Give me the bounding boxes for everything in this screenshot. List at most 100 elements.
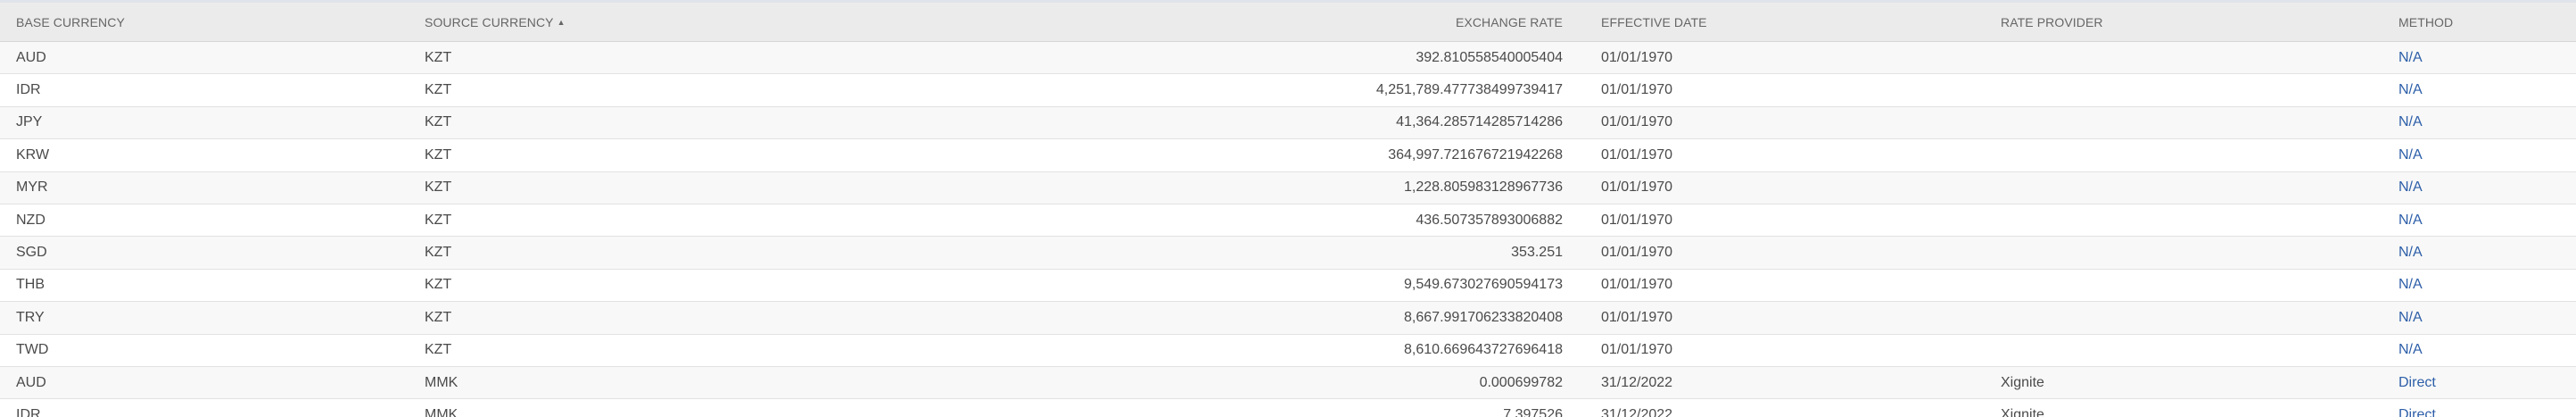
rate-provider-cell: [2001, 74, 2357, 105]
column-header-source-currency[interactable]: SOURCE CURRENCY ▲: [425, 3, 960, 41]
effective-date-cell: 01/01/1970: [1601, 212, 1673, 228]
table-row[interactable]: JPY KZT 41,364.285714285714286 01/01/1970 N/…: [0, 106, 2576, 140]
exchange-rate-cell: 41,364.285714285714286: [1396, 114, 1563, 130]
table-row[interactable]: SGD KZT 353.251 01/01/1970 N/A: [0, 237, 2576, 270]
effective-date-cell: 01/01/1970: [1601, 277, 1673, 293]
column-header-label: RATE PROVIDER: [2001, 14, 2103, 29]
table-row[interactable]: NZD KZT 436.507357893006882 01/01/1970 N/A: [0, 204, 2576, 238]
method-link[interactable]: Direct: [2398, 399, 2568, 417]
rate-provider-cell: Xignite: [2001, 374, 2044, 390]
source-currency-cell: KZT: [425, 179, 452, 196]
exchange-rate-cell: 364,997.721676721942268: [1388, 146, 1563, 163]
source-currency-cell: MMK: [425, 406, 458, 417]
table-row[interactable]: TWD KZT 8,610.669643727696418 01/01/1970 N/A: [0, 334, 2576, 367]
exchange-rate-grid: BASE CURRENCY SOURCE CURRENCY ▲ EXCHANGE …: [0, 0, 2576, 417]
column-header-base-currency[interactable]: BASE CURRENCY: [16, 3, 409, 41]
rate-provider-cell: [2001, 42, 2357, 73]
rate-provider-cell: [2001, 302, 2357, 333]
method-link[interactable]: N/A: [2398, 42, 2568, 73]
source-currency-cell: KZT: [425, 146, 452, 163]
grid-header-row: BASE CURRENCY SOURCE CURRENCY ▲ EXCHANGE …: [0, 3, 2576, 42]
source-currency-cell: KZT: [425, 245, 452, 261]
rate-provider-cell: [2001, 237, 2357, 268]
source-currency-cell: KZT: [425, 342, 452, 358]
method-link[interactable]: N/A: [2398, 335, 2568, 366]
method-link[interactable]: N/A: [2398, 270, 2568, 301]
base-currency-cell: MYR: [16, 179, 48, 196]
exchange-rate-cell: 8,610.669643727696418: [1404, 342, 1563, 358]
effective-date-cell: 01/01/1970: [1601, 179, 1673, 196]
column-header-label: SOURCE CURRENCY: [425, 14, 554, 29]
rate-provider-cell: [2001, 335, 2357, 366]
source-currency-cell: MMK: [425, 374, 458, 390]
effective-date-cell: 01/01/1970: [1601, 82, 1673, 98]
exchange-rate-cell: 392.810558540005404: [1416, 49, 1563, 65]
effective-date-cell: 31/12/2022: [1601, 374, 1673, 390]
table-row[interactable]: IDR KZT 4,251,789.477738499739417 01/01/197…: [0, 74, 2576, 107]
exchange-rate-cell: 1,228.805983128967736: [1404, 179, 1563, 196]
method-link[interactable]: Direct: [2398, 367, 2568, 398]
rate-provider-cell: Xignite: [2001, 406, 2044, 417]
effective-date-cell: 01/01/1970: [1601, 245, 1673, 261]
column-header-label: BASE CURRENCY: [16, 14, 125, 29]
exchange-rate-cell: 436.507357893006882: [1416, 212, 1563, 228]
base-currency-cell: IDR: [16, 406, 41, 417]
effective-date-cell: 01/01/1970: [1601, 309, 1673, 325]
rate-provider-cell: [2001, 204, 2357, 236]
rate-provider-cell: [2001, 270, 2357, 301]
effective-date-cell: 31/12/2022: [1601, 406, 1673, 417]
column-header-label: METHOD: [2398, 14, 2454, 29]
source-currency-cell: KZT: [425, 82, 452, 98]
source-currency-cell: KZT: [425, 114, 452, 130]
base-currency-cell: JPY: [16, 114, 43, 130]
base-currency-cell: NZD: [16, 212, 45, 228]
effective-date-cell: 01/01/1970: [1601, 114, 1673, 130]
table-row[interactable]: IDR MMK 7.397526 31/12/2022 Xignite Direct: [0, 399, 2576, 417]
grid-body: AUD KZT 392.810558540005404 01/01/1970 N/A I…: [0, 42, 2576, 417]
method-link[interactable]: N/A: [2398, 237, 2568, 268]
exchange-rate-cell: 4,251,789.477738499739417: [1375, 82, 1563, 98]
table-row[interactable]: AUD KZT 392.810558540005404 01/01/1970 N/A: [0, 42, 2576, 75]
table-row[interactable]: KRW KZT 364,997.721676721942268 01/01/1970 N…: [0, 139, 2576, 172]
table-row[interactable]: AUD MMK 0.000699782 31/12/2022 Xignite Direct: [0, 366, 2576, 400]
exchange-rate-cell: 0.000699782: [1479, 374, 1563, 390]
base-currency-cell: SGD: [16, 245, 47, 261]
table-row[interactable]: THB KZT 9,549.673027690594173 01/01/1970 N/A: [0, 269, 2576, 303]
column-header-label: EFFECTIVE DATE: [1601, 14, 1707, 29]
rate-provider-cell: [2001, 172, 2357, 204]
table-row[interactable]: MYR KZT 1,228.805983128967736 01/01/1970 N/A: [0, 171, 2576, 204]
exchange-rate-cell: 353.251: [1511, 245, 1563, 261]
column-header-effective-date[interactable]: EFFECTIVE DATE: [1601, 3, 1958, 41]
base-currency-cell: TWD: [16, 342, 49, 358]
method-link[interactable]: N/A: [2398, 139, 2568, 171]
effective-date-cell: 01/01/1970: [1601, 146, 1673, 163]
effective-date-cell: 01/01/1970: [1601, 49, 1673, 65]
sort-ascending-icon: ▲: [557, 17, 566, 27]
base-currency-cell: AUD: [16, 49, 46, 65]
rate-provider-cell: [2001, 139, 2357, 171]
column-header-exchange-rate[interactable]: EXCHANGE RATE: [892, 3, 1563, 41]
exchange-rate-cell: 7.397526: [1503, 406, 1563, 417]
base-currency-cell: IDR: [16, 82, 41, 98]
source-currency-cell: KZT: [425, 49, 452, 65]
exchange-rate-cell: 8,667.991706233820408: [1404, 309, 1563, 325]
source-currency-cell: KZT: [425, 277, 452, 293]
base-currency-cell: AUD: [16, 374, 46, 390]
base-currency-cell: TRY: [16, 309, 45, 325]
source-currency-cell: KZT: [425, 309, 452, 325]
method-link[interactable]: N/A: [2398, 107, 2568, 138]
effective-date-cell: 01/01/1970: [1601, 342, 1673, 358]
source-currency-cell: KZT: [425, 212, 452, 228]
table-row[interactable]: TRY KZT 8,667.991706233820408 01/01/1970 N/A: [0, 302, 2576, 335]
method-link[interactable]: N/A: [2398, 302, 2568, 333]
column-header-rate-provider[interactable]: RATE PROVIDER: [2001, 3, 2357, 41]
method-link[interactable]: N/A: [2398, 74, 2568, 105]
base-currency-cell: THB: [16, 277, 45, 293]
base-currency-cell: KRW: [16, 146, 50, 163]
method-link[interactable]: N/A: [2398, 204, 2568, 236]
rate-provider-cell: [2001, 107, 2357, 138]
method-link[interactable]: N/A: [2398, 172, 2568, 204]
column-header-method[interactable]: METHOD: [2398, 3, 2568, 41]
exchange-rate-cell: 9,549.673027690594173: [1404, 277, 1563, 293]
column-header-label: EXCHANGE RATE: [1455, 14, 1563, 29]
